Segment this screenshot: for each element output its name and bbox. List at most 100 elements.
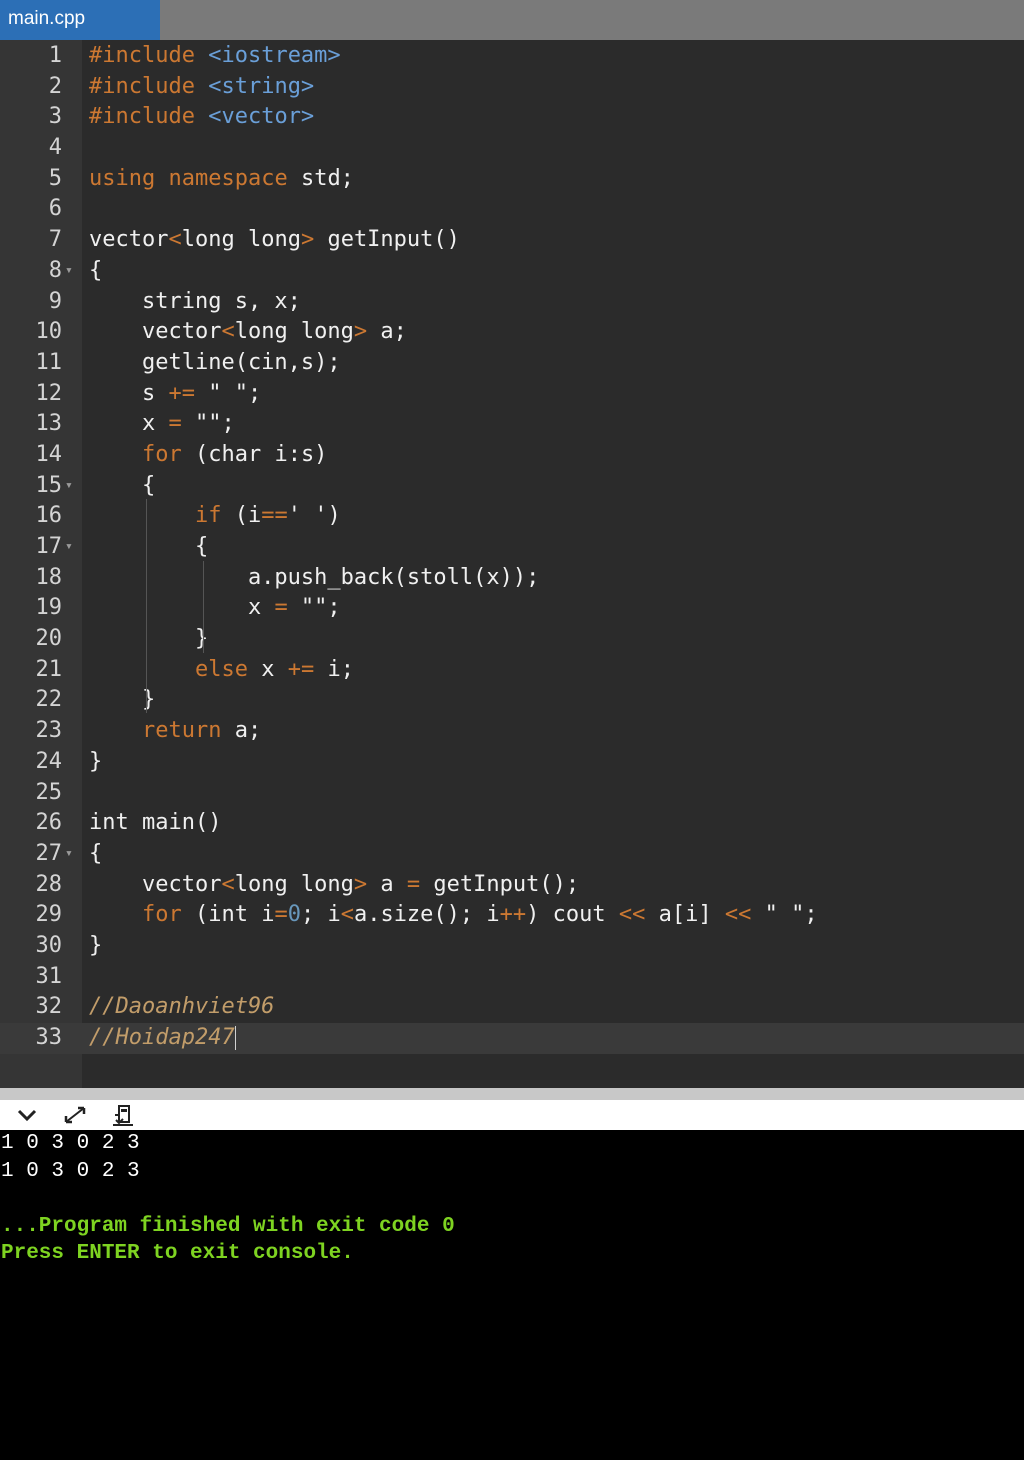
code-text: x = ""; [89,411,235,437]
line-number: 9 [48,288,62,314]
line-number: 3 [48,104,62,130]
panel-splitter[interactable] [0,1088,1024,1100]
line-number: 6 [48,196,62,222]
code-line[interactable]: 6 [0,194,1024,225]
code-line[interactable]: 11 getline(cin,s); [0,348,1024,379]
code-text: for (int i=0; i<a.size(); i++) cout << a… [141,902,818,928]
chevron-down-icon[interactable] [12,1103,42,1127]
code-text: #include <iostream> [89,43,341,68]
line-number: 1 [48,43,62,68]
code-text: int main() [89,810,222,836]
indent-guide [203,561,204,653]
indent-guide [146,499,147,713]
line-number: 15 [35,472,63,498]
line-number: 29 [35,902,63,928]
line-number: 23 [35,718,63,744]
code-line[interactable]: 25 [0,778,1024,809]
code-line[interactable]: 18 a.push_back(stoll(x)); [0,563,1024,594]
code-line[interactable]: 33 //Hoidap247 [0,1023,1024,1054]
code-line[interactable]: 21 else x += i; [0,655,1024,686]
line-number: 19 [35,595,63,621]
fold-arrow-icon[interactable]: ▾ [65,471,73,502]
code-line[interactable]: 16 if (i==' ') [0,501,1024,532]
line-number: 30 [35,932,63,958]
line-number: 13 [35,411,63,437]
code-line[interactable]: 13 x = ""; [0,409,1024,440]
tab-bar: main.cpp [0,0,1024,40]
line-number: 27 [35,840,63,866]
code-text: using namespace std; [89,165,354,191]
code-text: //Daoanhviet96 [89,994,275,1020]
fold-arrow-icon[interactable]: ▾ [65,839,73,870]
code-text: { [89,534,209,559]
console-status-line: Press ENTER to exit console. [1,1242,354,1265]
console-output-line: 1 0 3 0 2 3 [1,1159,140,1183]
clear-console-icon[interactable] [108,1103,138,1127]
code-text: getline(cin,s); [89,349,341,375]
code-line[interactable]: 14 for (char i:s) [0,440,1024,471]
code-line[interactable]: 10 vector<long long> a; [0,317,1024,348]
line-number: 2 [48,73,62,99]
code-text: } [89,626,209,652]
code-line[interactable]: 32 //Daoanhviet96 [0,992,1024,1023]
code-text: a.push_back(stoll(x)); [89,564,540,590]
code-text: } [89,748,103,774]
line-number: 7 [48,227,62,253]
code-line[interactable]: 30} [0,931,1024,962]
code-text: vector<long long> getInput() [89,227,460,253]
expand-icon[interactable] [60,1103,90,1127]
line-number: 8 [48,257,62,283]
line-number: 14 [35,441,63,467]
line-number: 4 [48,135,62,161]
line-number: 20 [35,626,63,652]
code-line[interactable]: 2 #include <string> [0,72,1024,103]
code-text: { [89,257,103,283]
line-number: 10 [35,319,63,345]
line-number: 5 [48,165,62,191]
code-line[interactable]: 27 ▾ { [0,839,1024,870]
code-text: } [89,932,103,958]
code-line[interactable]: 3 #include <vector> [0,102,1024,133]
code-line[interactable]: 23 return a; [0,716,1024,747]
code-line[interactable]: 28 vector<long long> a = getInput(); [0,870,1024,901]
code-line[interactable]: 8 ▾ { [0,256,1024,287]
code-line[interactable]: 15 ▾ { [0,471,1024,502]
code-line[interactable]: 4 [0,133,1024,164]
code-line[interactable]: 24} [0,747,1024,778]
tab-main-cpp[interactable]: main.cpp [0,0,160,40]
code-line[interactable]: 20 } [0,624,1024,655]
code-text: x = ""; [89,595,341,621]
code-line[interactable]: 1 #include <iostream> [0,41,1024,72]
console-output[interactable]: 1 0 3 0 2 3 1 0 3 0 2 3 ...Program finish… [0,1130,1024,1460]
fold-arrow-icon[interactable]: ▾ [65,532,73,563]
line-number: 11 [35,349,63,375]
code-editor[interactable]: 1 #include <iostream> 2 #include <string> 3 #… [0,40,1024,1088]
code-line[interactable]: 26 int main() [0,808,1024,839]
console-output-line: 1 0 3 0 2 3 [1,1132,140,1155]
code-text: string s, x; [89,288,301,314]
code-line[interactable]: 22 } [0,685,1024,716]
code-line[interactable]: 19 x = ""; [0,593,1024,624]
code-line[interactable]: 17 ▾ { [0,532,1024,563]
code-line[interactable]: 12 s += " "; [0,379,1024,410]
console-toolbar [0,1100,1024,1130]
code-text: { [89,472,156,498]
line-number: 18 [35,564,63,590]
code-text: else x += i; [194,656,354,682]
line-number: 25 [35,779,63,805]
code-text: vector<long long> a; [89,319,407,345]
code-text: #include <string> [89,73,315,99]
fold-arrow-icon[interactable]: ▾ [65,256,73,287]
line-number: 28 [35,871,63,897]
code-line[interactable]: 31 [0,962,1024,993]
code-line[interactable]: 5 using namespace std; [0,164,1024,195]
line-number: 16 [35,503,63,529]
code-text: //Hoidap247 [89,1025,236,1050]
code-text: s += " "; [89,380,262,406]
code-line[interactable]: 7 vector<long long> getInput() [0,225,1024,256]
code-line[interactable]: 29 for (int i=0; i<a.size(); i++) cout <… [0,900,1024,931]
code-lines[interactable]: 1 #include <iostream> 2 #include <string> 3 #… [0,41,1024,1054]
code-line[interactable]: 9 string s, x; [0,287,1024,318]
code-text: #include <vector> [89,104,315,130]
